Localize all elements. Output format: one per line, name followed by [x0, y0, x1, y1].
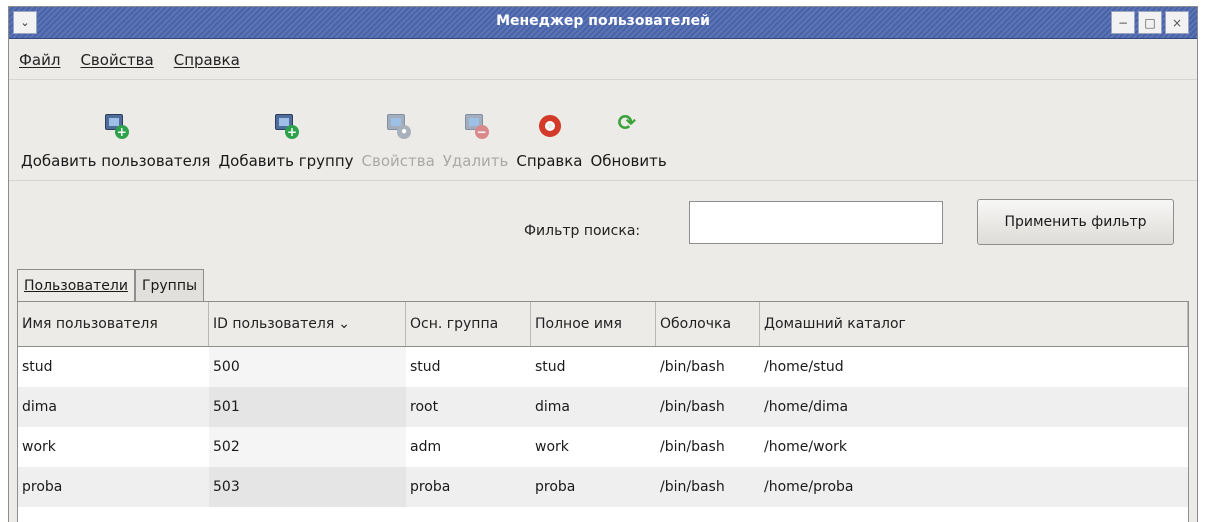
sort-descending-icon: ⌄ — [338, 316, 350, 332]
window-controls: − □ × — [1111, 11, 1189, 34]
tab-groups-label: Группы — [141, 278, 198, 294]
cell-full-name: proba — [535, 479, 576, 495]
table-row[interactable]: work 502 adm work /bin/bash /home/work — [18, 427, 1188, 467]
cell-home-directory: /home/proba — [764, 479, 854, 495]
cell-primary-group: proba — [410, 479, 451, 495]
cell-user-id: 503 — [209, 467, 406, 507]
apply-filter-button[interactable]: Применить фильтр — [977, 199, 1174, 245]
cell-full-name: work — [535, 439, 569, 455]
cell-home-directory: /home/stud — [764, 359, 844, 375]
help-label: Справка — [516, 152, 583, 170]
delete-label: Удалить — [442, 152, 509, 170]
add-user-icon: + — [102, 112, 130, 140]
search-filter-label: Фильтр поиска: — [524, 223, 641, 239]
menu-bar: Файл Свойства Справка — [9, 40, 1197, 80]
add-user-button[interactable]: + Добавить пользователя — [17, 81, 214, 180]
refresh-icon: ⟳ — [617, 111, 637, 136]
add-group-label: Добавить группу — [218, 152, 354, 170]
column-header-username[interactable]: Имя пользователя — [18, 302, 209, 346]
title-bar[interactable]: ⌄ Менеджер пользователей − □ × — [9, 7, 1197, 39]
table-row[interactable]: stud 500 stud stud /bin/bash /home/stud — [18, 347, 1188, 387]
cell-user-id: 502 — [209, 427, 406, 467]
search-filter-input[interactable] — [689, 201, 943, 244]
column-header-user-id[interactable]: ID пользователя ⌄ — [209, 302, 406, 346]
window-title: Менеджер пользователей — [496, 13, 710, 29]
cell-user-id: 501 — [209, 387, 406, 427]
tab-users-label: Пользователи — [24, 278, 128, 294]
cell-shell: /bin/bash — [660, 479, 725, 495]
cell-shell: /bin/bash — [660, 439, 725, 455]
maximize-button[interactable]: □ — [1138, 11, 1162, 34]
add-user-label: Добавить пользователя — [21, 152, 211, 170]
cell-username: stud — [22, 359, 53, 375]
table-row[interactable]: proba 503 proba proba /bin/bash /home/pr… — [18, 467, 1188, 507]
column-header-primary-group[interactable]: Осн. группа — [406, 302, 531, 346]
users-table: Имя пользователя ID пользователя ⌄ Осн. … — [17, 301, 1189, 522]
tab-bar: Пользователи Группы — [17, 269, 205, 302]
cell-username: work — [22, 439, 56, 455]
table-header: Имя пользователя ID пользователя ⌄ Осн. … — [18, 302, 1188, 347]
add-group-button[interactable]: + Добавить группу — [214, 81, 357, 180]
cell-primary-group: adm — [410, 439, 442, 455]
menu-file[interactable]: Файл — [19, 51, 60, 69]
column-header-full-name[interactable]: Полное имя — [531, 302, 656, 346]
user-manager-window: ⌄ Менеджер пользователей − □ × Файл Свой… — [8, 6, 1198, 522]
cell-primary-group: stud — [410, 359, 441, 375]
cell-full-name: dima — [535, 399, 570, 415]
minimize-button[interactable]: − — [1111, 11, 1135, 34]
cell-home-directory: /home/work — [764, 439, 848, 455]
cell-shell: /bin/bash — [660, 399, 725, 415]
refresh-label: Обновить — [590, 152, 667, 170]
cell-primary-group: root — [410, 399, 439, 415]
cell-username: proba — [22, 479, 63, 495]
column-header-user-id-label: ID пользователя — [213, 316, 335, 332]
cell-home-directory: /home/dima — [764, 399, 849, 415]
column-header-home-directory[interactable]: Домашний каталог — [760, 302, 1188, 346]
close-button[interactable]: × — [1165, 11, 1189, 34]
cell-username: dima — [22, 399, 57, 415]
delete-icon: − — [462, 112, 490, 140]
delete-button[interactable]: − Удалить — [439, 81, 513, 180]
cell-shell: /bin/bash — [660, 359, 725, 375]
table-row[interactable]: dima 501 root dima /bin/bash /home/dima — [18, 387, 1188, 427]
properties-icon: • — [384, 112, 412, 140]
properties-button[interactable]: • Свойства — [358, 81, 439, 180]
help-button[interactable]: Справка — [512, 81, 586, 180]
tab-groups[interactable]: Группы — [134, 269, 205, 302]
menu-help[interactable]: Справка — [174, 51, 240, 69]
properties-label: Свойства — [361, 152, 435, 170]
add-group-icon: + — [272, 112, 300, 140]
refresh-button[interactable]: ⟳ Обновить — [586, 81, 670, 180]
lifebuoy-icon — [535, 112, 563, 140]
menu-properties[interactable]: Свойства — [80, 51, 153, 69]
cell-full-name: stud — [535, 359, 566, 375]
column-header-shell[interactable]: Оболочка — [656, 302, 760, 346]
cell-user-id: 500 — [209, 347, 406, 387]
toolbar: + Добавить пользователя + Добавить групп… — [9, 81, 1197, 181]
tab-users[interactable]: Пользователи — [17, 269, 135, 302]
